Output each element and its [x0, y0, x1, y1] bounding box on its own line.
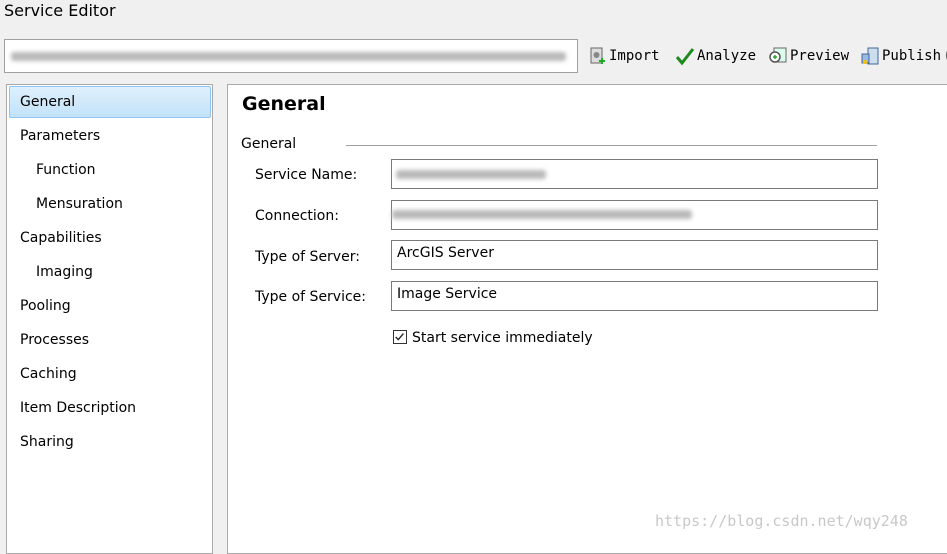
sidebar-item-item-description[interactable]: Item Description — [20, 400, 136, 416]
group-divider — [346, 145, 877, 146]
import-icon — [590, 47, 605, 64]
checkmark-icon — [675, 48, 695, 66]
redacted-text — [392, 210, 692, 219]
sidebar-item-sharing[interactable]: Sharing — [20, 434, 74, 450]
sidebar-item-parameters[interactable]: Parameters — [20, 128, 100, 144]
service-name-input[interactable] — [391, 159, 878, 189]
group-label: General — [241, 136, 297, 152]
sidebar-nav: General Parameters Function Mensuration … — [6, 84, 213, 554]
sidebar-item-mensuration[interactable]: Mensuration — [36, 196, 123, 212]
preview-icon — [769, 47, 787, 63]
start-service-label[interactable]: Start service immediately — [412, 330, 593, 346]
server-type-label: Type of Server: — [255, 249, 360, 265]
import-button[interactable]: Import — [587, 46, 660, 66]
redacted-text — [11, 52, 566, 61]
connection-input[interactable] — [391, 200, 878, 230]
sidebar-item-function[interactable]: Function — [36, 162, 96, 178]
main-panel — [227, 84, 947, 554]
preview-button[interactable]: Preview — [768, 46, 849, 66]
service-type-label: Type of Service: — [255, 289, 367, 305]
publish-icon — [861, 47, 879, 65]
sidebar-item-processes[interactable]: Processes — [20, 332, 89, 348]
sidebar-item-caching[interactable]: Caching — [20, 366, 77, 382]
start-service-checkbox[interactable] — [393, 330, 407, 344]
connection-label: Connection: — [255, 208, 339, 224]
checkmark-icon — [395, 333, 404, 341]
window-title: Service Editor — [4, 1, 116, 20]
publish-button[interactable]: Publish( — [860, 46, 947, 66]
sidebar-item-capabilities[interactable]: Capabilities — [20, 230, 102, 246]
sidebar-item-pooling[interactable]: Pooling — [20, 298, 71, 314]
sidebar-item-imaging[interactable]: Imaging — [36, 264, 93, 280]
connection-path-field[interactable] — [4, 39, 578, 73]
service-type-input[interactable]: Image Service — [391, 281, 878, 311]
redacted-text — [396, 170, 546, 179]
service-name-label: Service Name: — [255, 167, 358, 183]
page-title: General — [242, 93, 326, 115]
analyze-button[interactable]: Analyze — [675, 46, 756, 66]
sidebar-item-general[interactable]: General — [20, 94, 75, 110]
server-type-input[interactable]: ArcGIS Server — [391, 240, 878, 270]
watermark: https://blog.csdn.net/wqy248 — [655, 512, 908, 530]
